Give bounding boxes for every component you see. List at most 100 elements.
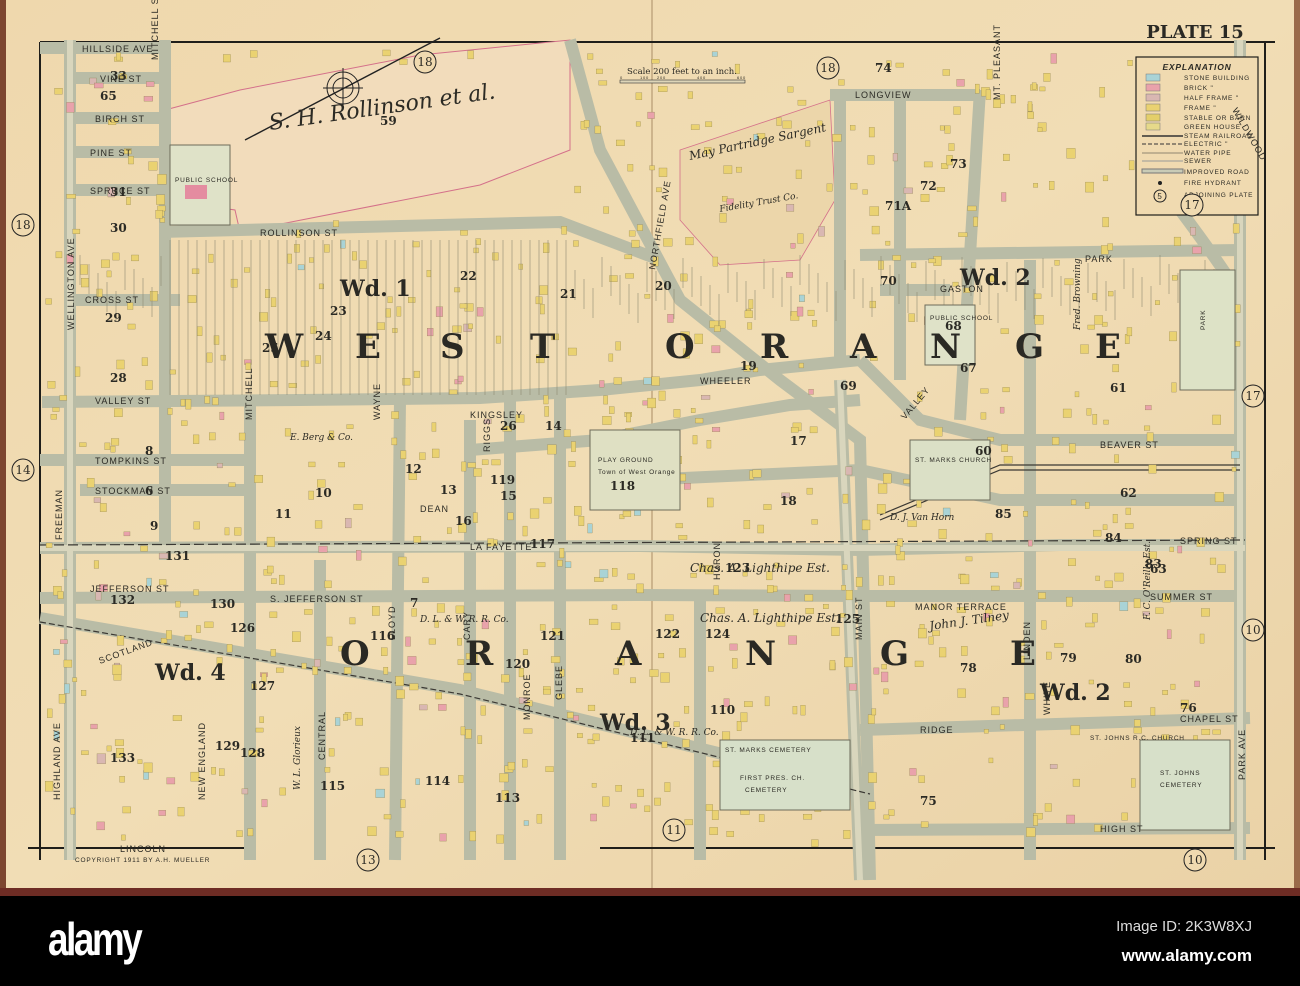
building — [1066, 596, 1073, 607]
building — [980, 412, 987, 420]
building — [66, 102, 75, 113]
building — [131, 254, 139, 262]
building — [799, 294, 805, 302]
building — [1232, 223, 1240, 234]
building — [110, 445, 116, 453]
building — [269, 381, 278, 388]
building — [630, 803, 637, 809]
building — [939, 647, 947, 658]
block-number: 33 — [110, 69, 127, 83]
building — [612, 568, 618, 577]
block-number: 67 — [960, 361, 977, 375]
town-letter: A — [614, 634, 642, 674]
building — [598, 80, 608, 86]
block-number: 128 — [240, 746, 265, 760]
building — [279, 574, 285, 585]
town-letter: E — [355, 327, 381, 367]
building — [271, 578, 277, 584]
building — [895, 62, 904, 68]
landmark-label: Town of West Orange — [598, 469, 676, 476]
building — [177, 807, 185, 817]
building — [706, 440, 712, 449]
building — [1155, 300, 1160, 305]
building — [1038, 592, 1046, 599]
landmark-label: ST. JOHNS — [1160, 770, 1200, 777]
building — [140, 545, 148, 552]
block-number: 16 — [455, 514, 472, 528]
block-number: 124 — [705, 627, 730, 641]
building — [1155, 607, 1164, 614]
building — [359, 260, 367, 269]
building — [57, 591, 64, 599]
block-number: 69 — [840, 379, 857, 393]
building — [1148, 464, 1157, 474]
block-number: 121 — [540, 629, 565, 643]
building — [409, 683, 419, 691]
site-url[interactable]: www.alamy.com — [1122, 946, 1252, 966]
town-letter: G — [1015, 327, 1044, 367]
building — [942, 69, 950, 76]
block-number: 115 — [320, 779, 345, 793]
building — [143, 762, 153, 773]
building — [811, 519, 818, 525]
building — [270, 649, 276, 657]
building — [573, 715, 579, 721]
block-number: 30 — [110, 221, 127, 235]
building — [81, 690, 87, 696]
building — [536, 814, 543, 824]
building — [480, 705, 486, 716]
building — [975, 83, 980, 94]
building — [1127, 60, 1133, 66]
building — [149, 291, 158, 302]
building — [75, 366, 81, 377]
building — [991, 585, 1000, 591]
block-number: 120 — [505, 657, 530, 671]
block-number: 10 — [315, 486, 332, 500]
building — [422, 577, 429, 583]
building — [116, 359, 125, 370]
building — [45, 542, 53, 548]
building — [1086, 408, 1092, 416]
building — [675, 523, 683, 529]
building — [1028, 539, 1033, 547]
building — [93, 497, 101, 503]
street-label: RIGGS — [482, 418, 492, 452]
building — [112, 252, 120, 261]
building — [1072, 778, 1080, 787]
building — [1231, 450, 1240, 459]
block-number: 19 — [740, 359, 757, 373]
building — [148, 161, 158, 171]
town-letter: O — [665, 327, 695, 367]
building — [892, 255, 901, 261]
building — [1173, 236, 1181, 246]
building — [1034, 315, 1044, 325]
building — [567, 712, 574, 719]
building — [184, 634, 192, 641]
legend: EXPLANATION STONE BUILDING BRICK " HALF … — [1135, 56, 1259, 216]
building — [559, 548, 565, 559]
street-label: PINE ST — [90, 148, 132, 158]
building — [1027, 101, 1033, 112]
legend-title: EXPLANATION — [1162, 62, 1231, 72]
block-number: 6 — [145, 484, 153, 498]
legend-swatch — [1145, 113, 1161, 122]
building — [712, 256, 718, 267]
copyright-notice: COPYRIGHT 1911 BY A.H. MUELLER — [75, 857, 210, 864]
building — [1128, 160, 1135, 171]
building — [658, 167, 668, 177]
building — [758, 814, 765, 822]
block-number: 15 — [500, 489, 517, 503]
building — [523, 820, 529, 826]
building — [399, 58, 408, 65]
street-label: MT. PLEASANT — [992, 24, 1002, 100]
building — [472, 512, 478, 523]
building — [460, 726, 466, 736]
building — [1166, 629, 1172, 639]
building — [589, 618, 599, 625]
building — [565, 561, 572, 568]
building — [501, 674, 510, 683]
building — [353, 504, 363, 510]
building — [492, 252, 499, 261]
building — [234, 527, 242, 536]
building — [876, 504, 886, 514]
